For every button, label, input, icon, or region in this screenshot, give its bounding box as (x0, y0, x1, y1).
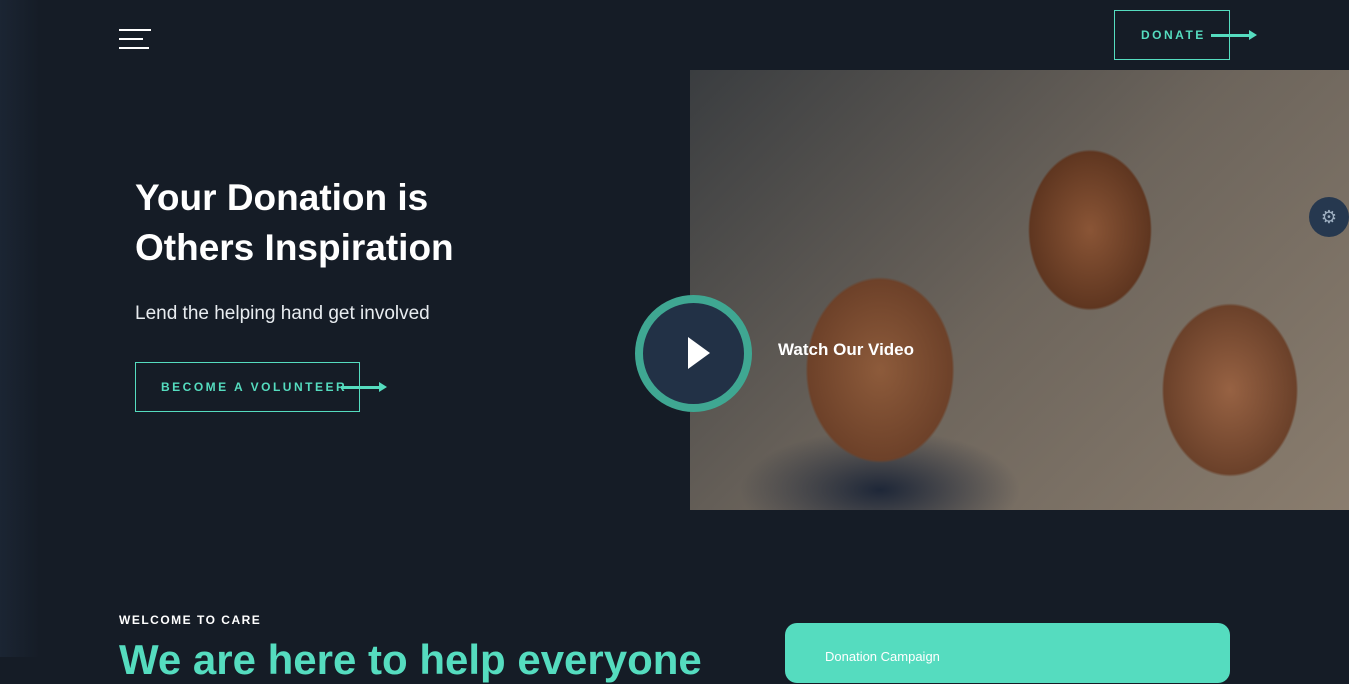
arrow-right-icon (341, 382, 387, 392)
hamburger-menu-icon[interactable] (119, 29, 151, 53)
arrow-right-icon (1211, 30, 1257, 40)
hero-photo-children (690, 70, 1349, 510)
watch-video-link[interactable]: Watch Our Video (778, 340, 914, 360)
become-volunteer-button[interactable]: BECOME A VOLUNTEER (135, 362, 387, 412)
hero-title: Your Donation is Others Inspiration (135, 177, 454, 268)
background-edge (0, 0, 40, 657)
gear-icon[interactable]: ⚙ (1309, 197, 1349, 237)
section-eyebrow: WELCOME TO CARE (119, 613, 262, 627)
volunteer-label: BECOME A VOLUNTEER (161, 380, 348, 394)
donation-campaign-card: Donation Campaign (785, 623, 1230, 683)
donate-label: DONATE (1141, 28, 1206, 42)
play-video-button[interactable] (635, 295, 752, 412)
section-title: We are here to help everyone (119, 636, 702, 683)
hero-subtitle: Lend the helping hand get involved (135, 303, 430, 324)
donate-button[interactable]: DONATE (1114, 10, 1257, 60)
